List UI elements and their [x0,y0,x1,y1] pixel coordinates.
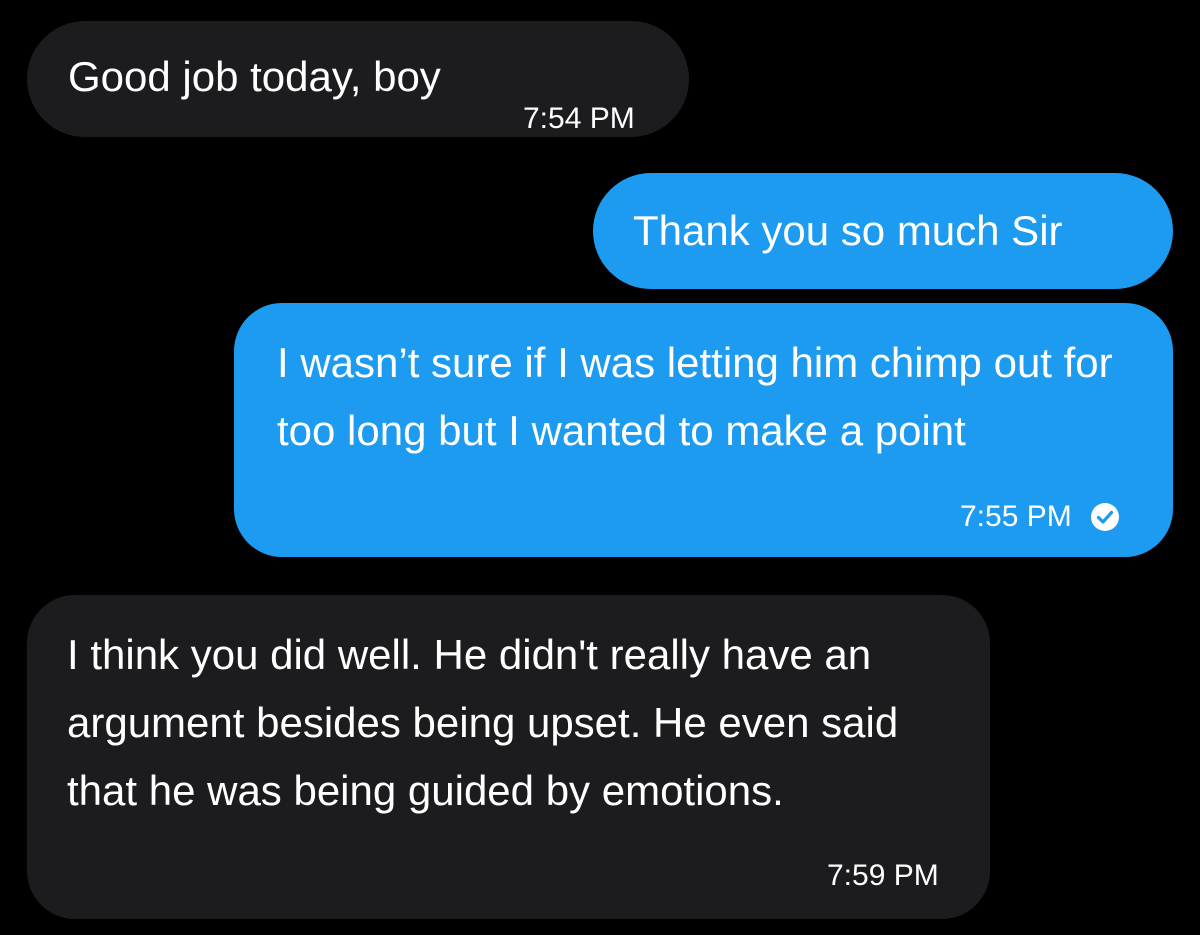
message-bubble-incoming[interactable]: I think you did well. He didn't really h… [27,595,990,919]
message-meta: 7:55 PM [960,500,1120,534]
message-timestamp: 7:54 PM [523,102,635,135]
message-timestamp: 7:55 PM [960,500,1072,533]
check-circle-icon [1090,502,1120,532]
message-text: I wasn’t sure if I was letting him chimp… [277,339,1113,454]
message-bubble-incoming[interactable]: Good job today, boy 7:54 PM [27,21,689,137]
message-text: I think you did well. He didn't really h… [67,631,899,814]
message-text: Thank you so much Sir [633,207,1063,254]
message-meta: 7:59 PM [827,859,939,893]
message-text: Good job today, boy [68,53,441,100]
message-meta: 7:54 PM [523,102,635,136]
message-bubble-outgoing[interactable]: I wasn’t sure if I was letting him chimp… [234,303,1173,557]
message-bubble-outgoing[interactable]: Thank you so much Sir [593,173,1173,289]
message-timestamp: 7:59 PM [827,859,939,892]
